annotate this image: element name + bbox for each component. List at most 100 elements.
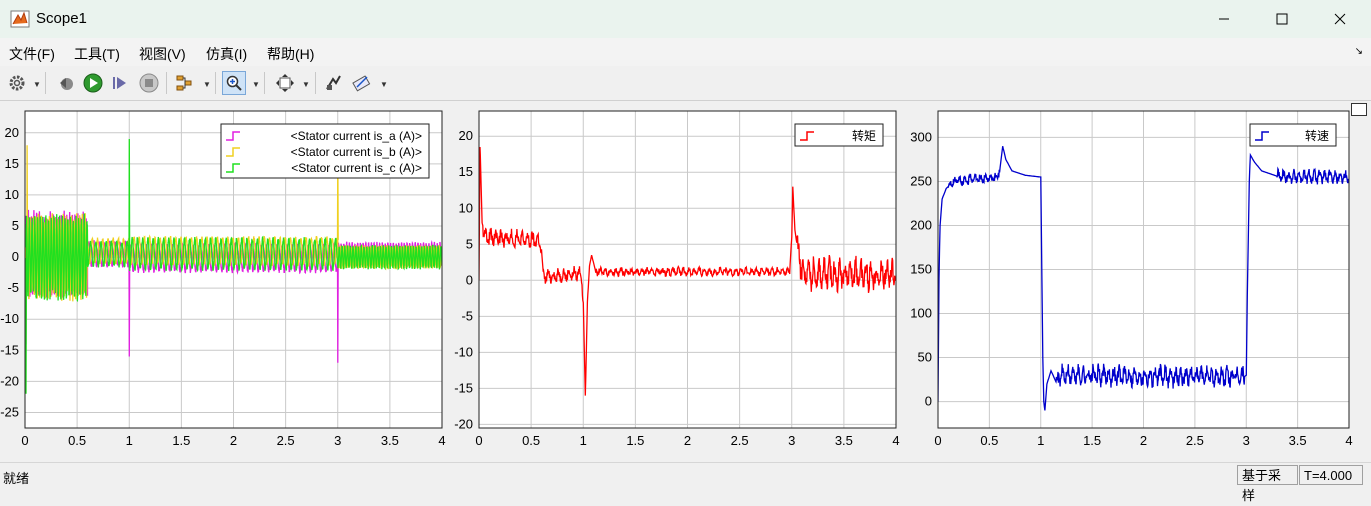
y-tick-label: 5	[12, 218, 19, 233]
maximize-icon	[1276, 13, 1288, 25]
menu-bar: 文件(F) 工具(T) 视图(V) 仿真(I) 帮助(H) ↘	[0, 38, 1371, 66]
sample-mode: 基于采样	[1237, 465, 1298, 503]
run-button[interactable]	[81, 71, 105, 95]
sim-time: T=4.000	[1299, 465, 1363, 485]
x-tick-label: 0.5	[522, 433, 540, 448]
legend[interactable]: 转速	[1249, 123, 1337, 147]
settings-button[interactable]	[5, 71, 29, 95]
x-tick-label: 1.5	[1083, 433, 1101, 448]
dock-arrow-icon[interactable]: ↘	[1355, 46, 1363, 57]
step-forward-icon	[113, 77, 126, 89]
status-bar: 就绪 基于采样 T=4.000	[0, 462, 1371, 503]
fit-button[interactable]	[273, 71, 297, 95]
y-tick-label: 15	[459, 164, 473, 179]
legend-label: 转速	[1305, 128, 1329, 143]
settings-dropdown-icon[interactable]: ▼	[33, 80, 41, 89]
cursor-measure-icon	[352, 75, 371, 92]
highlight-dropdown-icon[interactable]: ▼	[203, 80, 211, 89]
x-tick-label: 3.5	[835, 433, 853, 448]
step-back-button[interactable]	[54, 71, 78, 95]
toolbar-separator	[166, 72, 167, 94]
y-tick-label: 20	[459, 128, 473, 143]
run-icon	[83, 73, 103, 93]
undock-icon[interactable]	[1351, 103, 1367, 116]
y-tick-label: 50	[918, 350, 932, 365]
legend-label: <Stator current is_c (A)>	[291, 161, 422, 175]
x-tick-label: 0	[934, 433, 941, 448]
x-tick-label: 1	[126, 433, 133, 448]
toolbar-separator	[315, 72, 316, 94]
style-button[interactable]	[322, 71, 346, 95]
menu-file[interactable]: 文件(F)	[9, 44, 55, 64]
stop-icon	[139, 73, 159, 93]
x-tick-label: 1	[580, 433, 587, 448]
x-tick-label: 2	[230, 433, 237, 448]
style-icon	[326, 75, 341, 90]
plot-area: 0 0.5 1 1.5 2 2.5 3 3.5 4 -25 -20 -15 -10 -5 0 5 10 15 20 <…	[0, 101, 1371, 459]
legend[interactable]: <Stator current is_a (A)> <Stator current…	[220, 123, 430, 179]
x-tick-label: 1.5	[626, 433, 644, 448]
y-tick-label: -25	[0, 404, 19, 419]
y-tick-label: 10	[5, 187, 19, 202]
highlight-button[interactable]	[173, 71, 197, 95]
zoom-in-button[interactable]	[222, 71, 246, 95]
stop-button[interactable]	[137, 71, 161, 95]
menu-tools[interactable]: 工具(T)	[74, 44, 120, 64]
legend-label: <Stator current is_b (A)>	[291, 145, 422, 159]
x-tick-label: 0	[475, 433, 482, 448]
x-tick-label: 1	[1037, 433, 1044, 448]
minimize-icon	[1219, 18, 1229, 20]
toolbar: ▼ ▼ ▼ ▼ ▼	[0, 66, 1371, 101]
y-tick-label: 300	[910, 129, 932, 144]
cursor-measure-button[interactable]	[350, 71, 374, 95]
legend[interactable]: 转矩	[794, 123, 884, 147]
fit-dropdown-icon[interactable]: ▼	[302, 80, 310, 89]
x-tick-label: 1.5	[172, 433, 190, 448]
y-tick-label: 20	[5, 125, 19, 140]
zoom-dropdown-icon[interactable]: ▼	[252, 80, 260, 89]
toolbar-separator	[215, 72, 216, 94]
step-forward-button[interactable]	[108, 71, 132, 95]
y-tick-label: -5	[461, 308, 473, 323]
x-tick-label: 0.5	[68, 433, 86, 448]
x-tick-label: 3.5	[1289, 433, 1307, 448]
toolbar-separator	[45, 72, 46, 94]
chart-1[interactable]: 0 0.5 1 1.5 2 2.5 3 3.5 4 -25 -20 -15 -10 -5 0 5 10 15 20 <…	[0, 110, 446, 448]
highlight-icon	[176, 75, 192, 91]
legend-label: 转矩	[852, 128, 876, 143]
close-button[interactable]	[1311, 0, 1369, 38]
y-tick-label: 0	[925, 394, 932, 409]
y-tick-label: -10	[0, 311, 19, 326]
menu-simulation[interactable]: 仿真(I)	[206, 44, 247, 64]
y-tick-label: 200	[910, 217, 932, 232]
chart-2[interactable]: 0 0.5 1 1.5 2 2.5 3 3.5 4 -20 -15 -10 -5 0 5 10 15 20 转矩	[454, 110, 900, 448]
y-tick-label: 0	[12, 249, 19, 264]
y-tick-label: 100	[910, 306, 932, 321]
menu-help[interactable]: 帮助(H)	[267, 44, 314, 64]
x-tick-label: 2.5	[277, 433, 295, 448]
x-tick-label: 4	[892, 433, 899, 448]
y-tick-label: -20	[454, 416, 473, 431]
minimize-button[interactable]	[1195, 0, 1253, 38]
fit-icon	[276, 74, 294, 92]
step-back-icon	[60, 78, 73, 90]
matlab-icon	[10, 10, 30, 28]
gear-icon	[9, 75, 25, 91]
legend-label: <Stator current is_a (A)>	[291, 129, 422, 143]
x-tick-label: 3	[1243, 433, 1250, 448]
x-tick-label: 3	[334, 433, 341, 448]
y-tick-label: -15	[454, 380, 473, 395]
y-tick-label: 15	[5, 156, 19, 171]
x-tick-label: 4	[438, 433, 445, 448]
menu-view[interactable]: 视图(V)	[139, 44, 186, 64]
scope-plots[interactable]: 0 0.5 1 1.5 2 2.5 3 3.5 4-25-20-15-10-505101520 <…	[0, 101, 1371, 459]
x-tick-label: 2	[1140, 433, 1147, 448]
maximize-button[interactable]	[1253, 0, 1311, 38]
y-tick-label: 150	[910, 262, 932, 277]
close-icon	[1334, 13, 1346, 25]
measure-dropdown-icon[interactable]: ▼	[380, 80, 388, 89]
chart-3[interactable]: 0 0.5 1 1.5 2 2.5 3 3.5 4 0 50 100 150 200 250 300 转速	[910, 110, 1353, 448]
x-tick-label: 3.5	[381, 433, 399, 448]
toolbar-separator	[264, 72, 265, 94]
x-tick-label: 2.5	[1186, 433, 1204, 448]
